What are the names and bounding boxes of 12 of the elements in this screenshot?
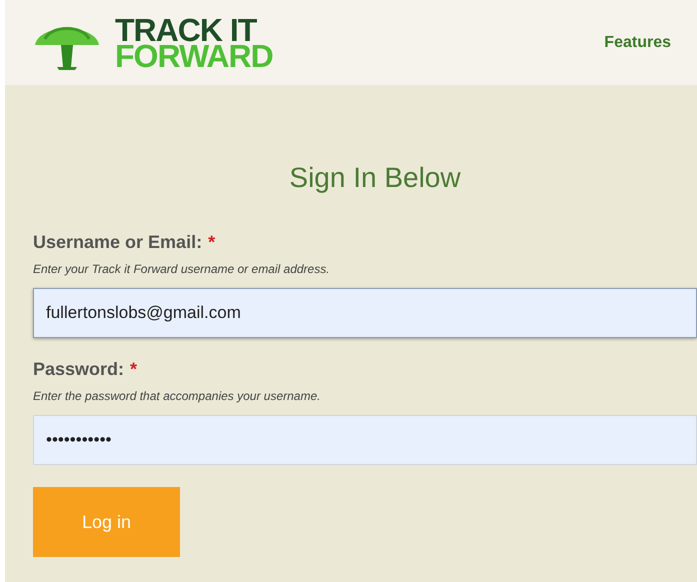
input-field[interactable]: fullertonslobs@gmail.com: [33, 288, 697, 338]
field-hint: Enter your Track it Forward username or email address.: [33, 261, 331, 278]
field-label: Username or Email:: [33, 231, 202, 254]
nav-link[interactable]: Features: [604, 30, 671, 54]
input-field[interactable]: •••••••••••: [33, 415, 697, 465]
required-mark: *: [208, 231, 216, 254]
required-mark: *: [130, 358, 138, 381]
logo-text: FORWARD: [115, 42, 273, 68]
logo-text: TRACK IT: [115, 16, 257, 42]
field-label: Password:: [33, 358, 124, 381]
form-title: Sign In Below: [288, 161, 462, 195]
field-hint: Enter the password that accompanies your username.: [33, 388, 322, 405]
